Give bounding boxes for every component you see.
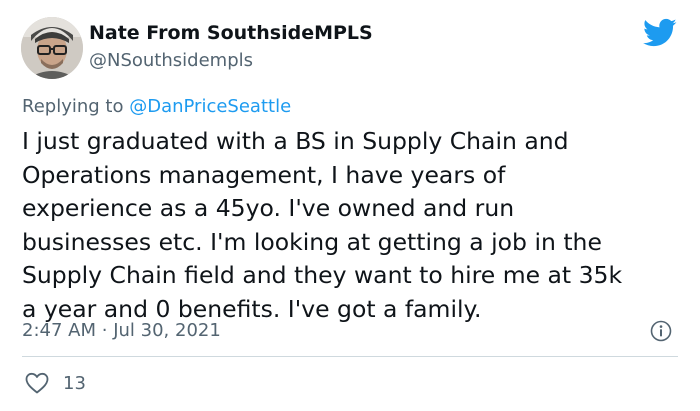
- like-count: 13: [63, 372, 86, 394]
- author-display-name[interactable]: Nate From SouthsideMPLS: [89, 22, 373, 44]
- reply-target-link[interactable]: @DanPriceSeattle: [129, 96, 291, 117]
- tweet-card: Nate From SouthsideMPLS @NSouthsidempls …: [0, 0, 700, 411]
- user-avatar-image: [21, 17, 83, 79]
- tweet-text-line: experience as a 45yo. I've owned and run: [22, 194, 515, 222]
- tweet-text-line: I just graduated with a BS in Supply Cha…: [22, 127, 569, 155]
- tweet-text: I just graduated with a BS in Supply Cha…: [22, 125, 682, 326]
- timestamp-separator: ·: [101, 320, 108, 341]
- replying-to-label: Replying to: [22, 96, 124, 117]
- tweet-time: 2:47 AM: [22, 320, 96, 341]
- tweet-text-line: Supply Chain field and they want to hire…: [22, 261, 623, 289]
- avatar[interactable]: [21, 17, 83, 79]
- heart-icon: [25, 372, 49, 394]
- twitter-bird-icon[interactable]: [643, 18, 677, 48]
- info-icon[interactable]: [650, 320, 672, 342]
- replying-to: Replying to @DanPriceSeattle: [22, 96, 291, 117]
- author-handle[interactable]: @NSouthsidempls: [89, 50, 253, 71]
- tweet-text-line: businesses etc. I'm looking at getting a…: [22, 227, 602, 256]
- divider: [22, 356, 678, 357]
- tweet-date: Jul 30, 2021: [113, 320, 221, 341]
- like-button[interactable]: 13: [25, 371, 86, 395]
- tweet-text-line: Operations management, I have years of: [22, 160, 506, 189]
- tweet-timestamp[interactable]: 2:47 AM · Jul 30, 2021: [22, 320, 221, 341]
